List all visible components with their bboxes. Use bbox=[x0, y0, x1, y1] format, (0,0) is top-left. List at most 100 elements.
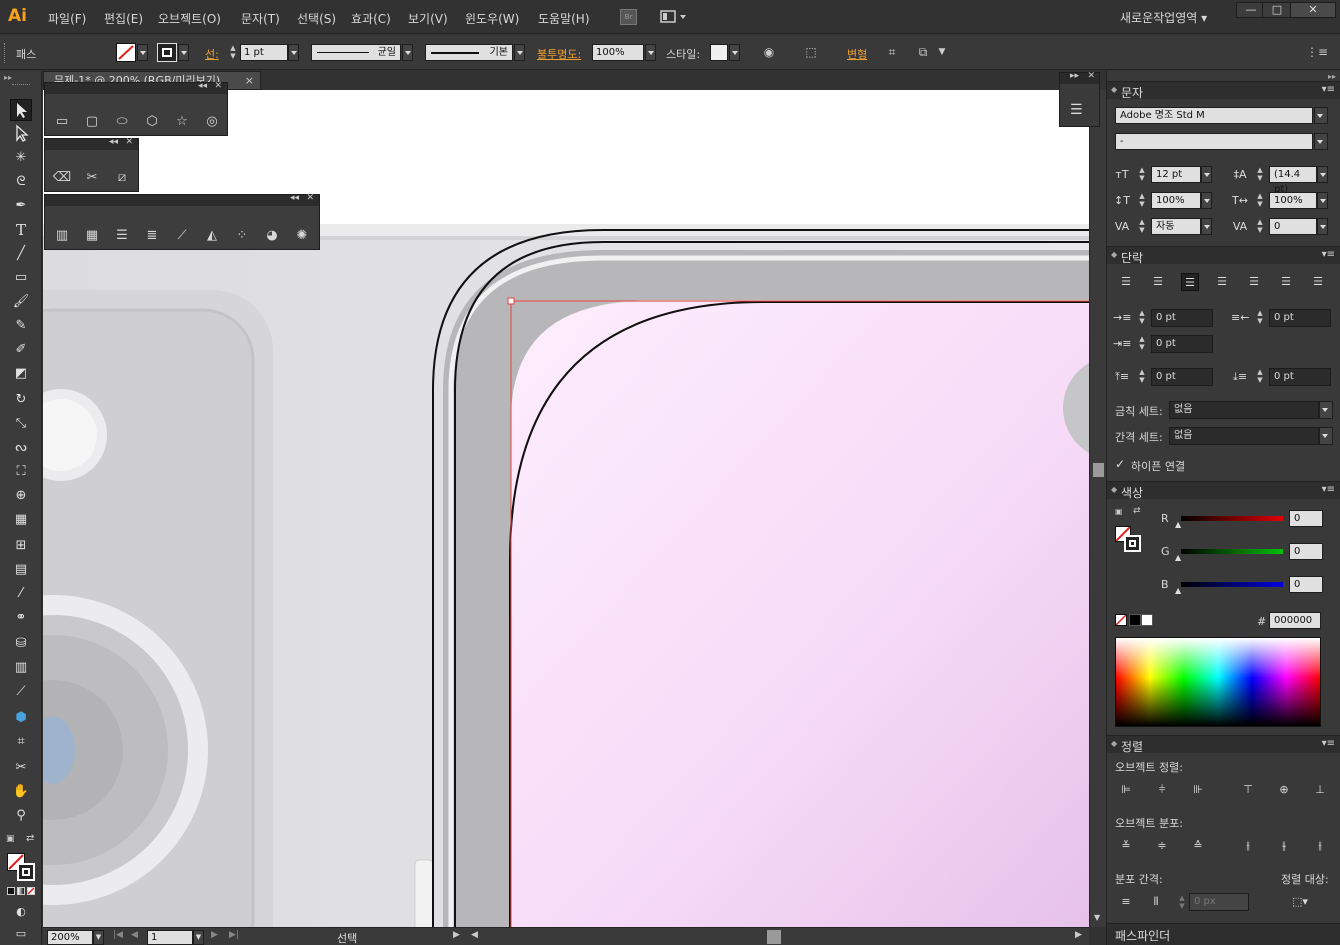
distribute-bottom-icon[interactable]: ≙ bbox=[1189, 837, 1207, 855]
horizontal-scale-field[interactable]: 100% bbox=[1269, 192, 1317, 209]
toolbar-collapse-icon[interactable]: ▸▸ bbox=[4, 73, 12, 82]
spacing-stepper[interactable]: ▲ ▼ bbox=[1177, 894, 1187, 911]
font-size-stepper[interactable]: ▲ ▼ bbox=[1137, 166, 1147, 183]
eyedropper-tool-icon[interactable]: ⁄ bbox=[10, 583, 32, 605]
pen-tool-icon[interactable]: ✒ bbox=[10, 195, 32, 217]
blend-tool-icon[interactable]: ⚭ bbox=[10, 607, 32, 629]
character-panel-menu-icon[interactable]: ▾≡ bbox=[1322, 84, 1335, 95]
fill-dropdown[interactable] bbox=[137, 44, 148, 61]
first-line-indent-field[interactable]: 0 pt bbox=[1151, 335, 1213, 353]
3d-cube-tool-icon[interactable]: ⬢ bbox=[10, 707, 32, 729]
control-bar-grip[interactable] bbox=[4, 43, 7, 63]
dock-collapse-icon[interactable]: ▸▸ bbox=[1328, 72, 1336, 81]
graphic-style-dropdown[interactable] bbox=[729, 44, 740, 61]
dock-close-icon[interactable]: ✕ bbox=[1087, 71, 1095, 81]
panel-collapse-icon[interactable]: ◂◂ bbox=[290, 193, 299, 203]
blue-field[interactable]: 0 bbox=[1289, 576, 1323, 593]
color-panel-menu-icon[interactable]: ▾≡ bbox=[1322, 484, 1335, 495]
space-after-field[interactable]: 0 pt bbox=[1269, 368, 1331, 386]
slice-select-tool-icon[interactable]: ✂ bbox=[10, 757, 32, 779]
line-segment-tool-icon[interactable]: ╱ bbox=[10, 243, 32, 265]
draw-mode-icon[interactable]: ◐ bbox=[10, 901, 32, 923]
red-slider-thumb[interactable]: ▲ bbox=[1175, 520, 1181, 529]
pathfinder-panel-header[interactable]: 패스파인더 bbox=[1107, 923, 1340, 945]
color-stroke-swatch[interactable] bbox=[1124, 535, 1141, 552]
left-indent-stepper[interactable]: ▲ ▼ bbox=[1137, 309, 1147, 326]
magic-wand-tool-icon[interactable]: ✳ bbox=[10, 147, 32, 169]
isolate-object-icon[interactable]: ⬚ bbox=[802, 44, 820, 61]
menu-view[interactable]: 보기(V) bbox=[408, 10, 448, 27]
stroke-weight-dropdown[interactable] bbox=[288, 44, 299, 61]
bar-graph-icon[interactable]: ☰ bbox=[111, 225, 133, 247]
shape-builder-tool-icon[interactable]: ⊕ bbox=[10, 485, 32, 507]
rectangle-tool-icon[interactable]: ▭ bbox=[10, 267, 32, 289]
scissors-icon[interactable]: ✂ bbox=[81, 167, 103, 189]
font-family-dropdown[interactable] bbox=[1314, 107, 1328, 124]
rectangle-icon[interactable]: ▭ bbox=[51, 111, 73, 133]
scroll-down-icon[interactable]: ▼ bbox=[1094, 913, 1100, 922]
previous-artboard-icon[interactable]: ◀ bbox=[131, 930, 138, 940]
character-panel-header[interactable]: ◆ 문자 ▾≡ bbox=[1107, 81, 1340, 100]
transform-label[interactable]: 변형 bbox=[847, 46, 867, 62]
star-icon[interactable]: ☆ bbox=[171, 111, 193, 133]
space-before-field[interactable]: 0 pt bbox=[1151, 368, 1213, 386]
horizontal-scroll-thumb[interactable] bbox=[767, 930, 781, 944]
panel-toggle-icon[interactable]: ◆ bbox=[1111, 739, 1117, 748]
green-slider[interactable] bbox=[1181, 549, 1283, 554]
artboard-number-field[interactable]: 1 bbox=[147, 930, 193, 945]
space-after-stepper[interactable]: ▲ ▼ bbox=[1255, 368, 1265, 385]
align-panel-header[interactable]: ◆ 정렬 ▾≡ bbox=[1107, 735, 1340, 754]
horizontal-distribute-space-icon[interactable]: ⫴ bbox=[1147, 893, 1165, 911]
menu-object[interactable]: 오브젝트(O) bbox=[158, 10, 221, 27]
brush-definition[interactable]: 기본 bbox=[425, 44, 513, 61]
vertical-scrollbar[interactable]: ▼ bbox=[1089, 90, 1106, 927]
zoom-field[interactable]: 200% bbox=[47, 930, 93, 945]
next-artboard-icon[interactable]: ▶ bbox=[211, 930, 218, 940]
font-size-dropdown[interactable] bbox=[1201, 166, 1212, 183]
collapsed-dock-header[interactable]: ▸▸ ✕ bbox=[1060, 71, 1099, 84]
panel-toggle-icon[interactable]: ◆ bbox=[1111, 250, 1117, 259]
control-panel-menu-icon[interactable]: ⋮≡ bbox=[1306, 44, 1328, 61]
panel-close-icon[interactable]: ✕ bbox=[306, 193, 314, 203]
recolor-artwork-icon[interactable]: ◉ bbox=[760, 44, 778, 61]
right-indent-stepper[interactable]: ▲ ▼ bbox=[1255, 309, 1265, 326]
first-artboard-icon[interactable]: |◀ bbox=[113, 930, 123, 940]
rotate-tool-icon[interactable]: ↻ bbox=[10, 389, 32, 411]
screen-mode-icon[interactable]: ▭ bbox=[10, 923, 32, 945]
vertical-scroll-thumb[interactable] bbox=[1093, 463, 1104, 477]
panel-collapse-icon[interactable]: ◂◂ bbox=[198, 81, 207, 91]
lasso-tool-icon[interactable]: ᘓ bbox=[10, 171, 32, 193]
red-field[interactable]: 0 bbox=[1289, 510, 1323, 527]
blue-slider[interactable] bbox=[1181, 582, 1283, 587]
variable-width-profile[interactable]: 균일 bbox=[311, 44, 401, 61]
distribute-horizontal-center-icon[interactable]: ⫳ bbox=[1275, 837, 1293, 855]
align-center-icon[interactable]: ☰ bbox=[1149, 273, 1167, 291]
type-tool-icon[interactable]: T bbox=[10, 219, 32, 241]
graphic-style-swatch[interactable] bbox=[710, 44, 728, 61]
mojikumi-dropdown[interactable] bbox=[1319, 427, 1333, 445]
justify-last-left-icon[interactable]: ☰ bbox=[1213, 273, 1231, 291]
kerning-dropdown[interactable] bbox=[1201, 218, 1212, 235]
font-style-dropdown[interactable] bbox=[1314, 133, 1328, 150]
mojikumi-select[interactable]: 없음 bbox=[1169, 427, 1319, 445]
arrange-icon[interactable]: ⧉ bbox=[914, 44, 932, 61]
tracking-dropdown[interactable] bbox=[1317, 218, 1328, 235]
paragraph-panel-menu-icon[interactable]: ▾≡ bbox=[1322, 249, 1335, 260]
menu-edit[interactable]: 편집(E) bbox=[104, 10, 143, 27]
hand-tool-icon[interactable]: ✋ bbox=[10, 781, 32, 803]
swap-colors-icon[interactable]: ⇄ bbox=[26, 833, 34, 844]
paragraph-panel-header[interactable]: ◆ 단락 ▾≡ bbox=[1107, 246, 1340, 265]
stacked-bar-graph-icon[interactable]: ≣ bbox=[141, 225, 163, 247]
scroll-right-icon[interactable]: ▶ bbox=[1075, 930, 1082, 940]
menu-type[interactable]: 문자(T) bbox=[241, 10, 280, 27]
transform-bounds-icon[interactable]: ⌗ bbox=[883, 44, 901, 61]
zoom-dropdown-icon[interactable]: ▼ bbox=[93, 930, 104, 945]
justify-last-right-icon[interactable]: ☰ bbox=[1277, 273, 1295, 291]
selection-tool-icon[interactable] bbox=[10, 99, 32, 121]
maximize-button[interactable]: □ bbox=[1262, 2, 1292, 18]
arrange-dropdown-icon[interactable]: ▼ bbox=[933, 44, 951, 61]
align-right-edge-icon[interactable]: ⊪ bbox=[1189, 781, 1207, 799]
opacity-label[interactable]: 불투명도: bbox=[537, 46, 581, 62]
dock-expand-icon[interactable]: ▸▸ bbox=[1070, 71, 1079, 81]
distribute-left-icon[interactable]: ⫲ bbox=[1239, 837, 1257, 855]
